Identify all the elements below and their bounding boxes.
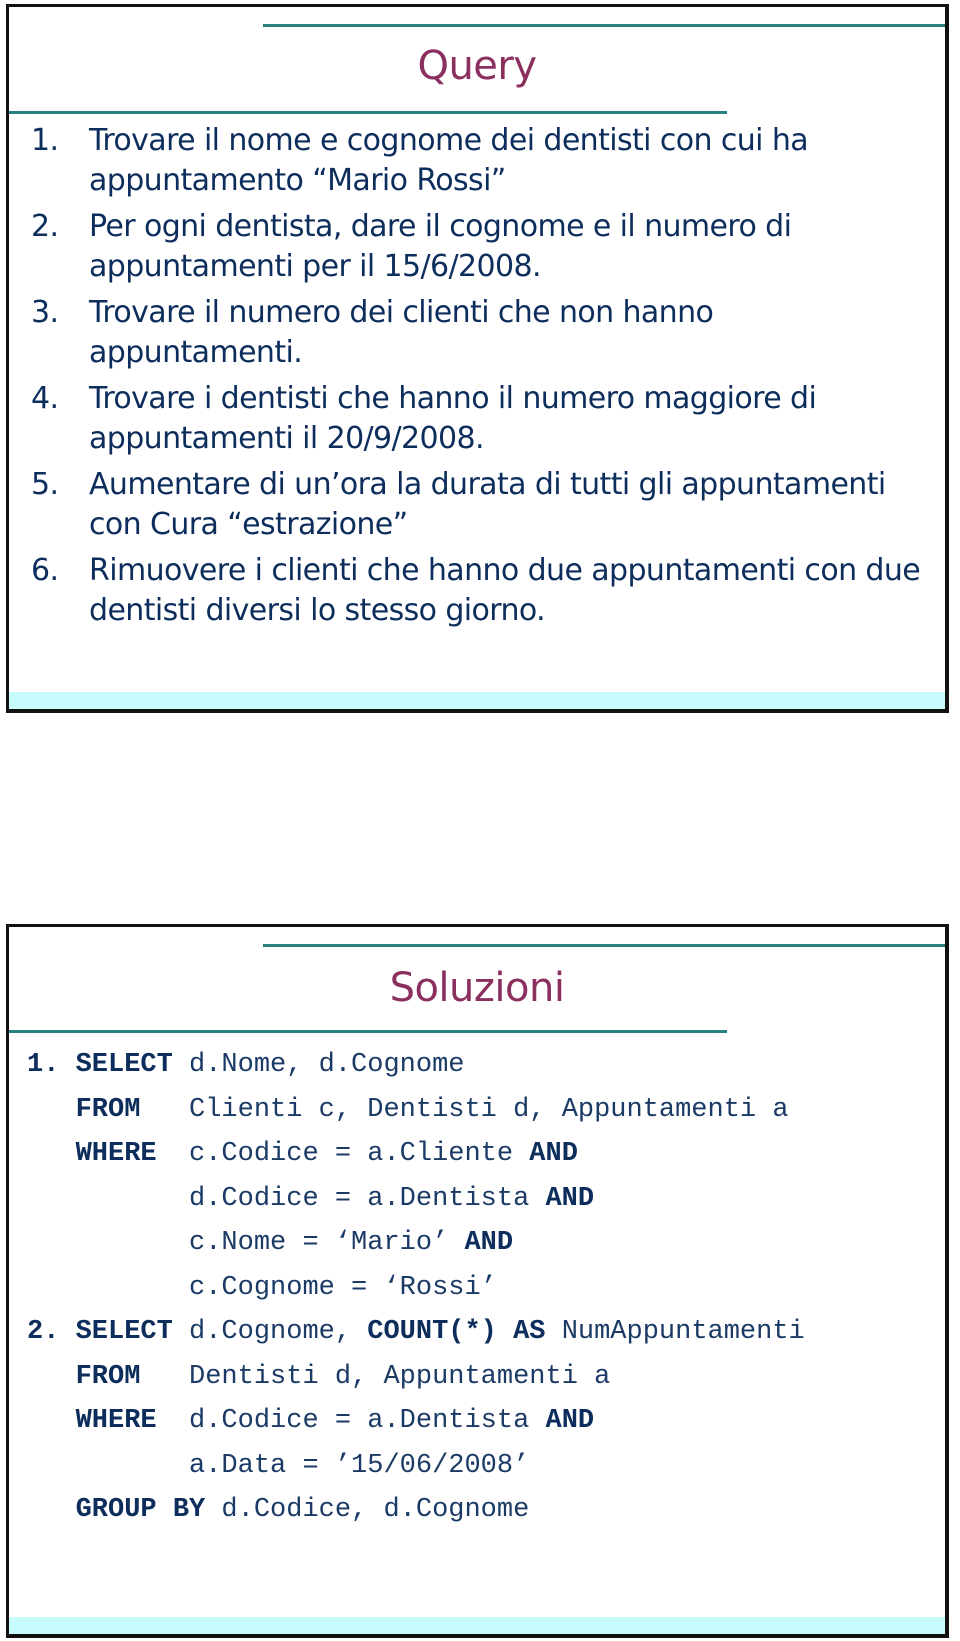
sql-keyword: AND xyxy=(464,1228,514,1258)
list-item: 6. Rimuovere i clienti che hanno due appu… xyxy=(31,551,935,631)
slide-title: Soluzioni xyxy=(389,965,565,1011)
sql-text: NumAppuntamenti xyxy=(545,1317,805,1347)
code-line: WHERE c.Codice = a.Cliente AND xyxy=(27,1132,945,1177)
sql-keyword: SELECT xyxy=(75,1050,173,1080)
list-item: 3. Trovare il numero dei clienti che non … xyxy=(31,293,935,373)
code-line: 2. SELECT d.Cognome, COUNT(*) AS NumAppu… xyxy=(27,1310,945,1355)
item-number: 1. xyxy=(31,123,59,158)
code-line: a.Data = ’15/06/2008’ xyxy=(27,1444,945,1489)
sql-keyword: 2. xyxy=(27,1317,76,1347)
item-number: 5. xyxy=(31,467,59,502)
code-line: c.Cognome = ‘Rossi’ xyxy=(27,1266,945,1311)
list-item: 5. Aumentare di un’ora la durata di tutti… xyxy=(31,465,935,545)
bottom-rule xyxy=(9,111,727,114)
item-number: 4. xyxy=(31,381,59,416)
sql-text: d.Nome, d.Cognome xyxy=(172,1050,465,1080)
sql-keyword: 1. xyxy=(27,1050,76,1080)
list-item: 2. Per ogni dentista, dare il cognome e i… xyxy=(31,207,935,287)
code-line: d.Codice = a.Dentista AND xyxy=(27,1177,945,1222)
slide-query: Query 1. Trovare il nome e cognome dei de… xyxy=(6,4,949,713)
item-number: 6. xyxy=(31,553,59,588)
sql-text: Dentisti d, Appuntamenti a xyxy=(140,1361,611,1392)
code-line: c.Nome = ‘Mario’ AND xyxy=(27,1221,945,1266)
sql-text: d.Codice = a.Dentista xyxy=(27,1183,546,1214)
item-text: Trovare il nome e cognome dei dentisti c… xyxy=(89,123,809,198)
query-list: 1. Trovare il nome e cognome dei dentisti… xyxy=(31,121,935,637)
item-number: 3. xyxy=(31,295,59,330)
slide-title: Query xyxy=(417,43,537,89)
footer-band xyxy=(9,692,945,709)
list-item: 1. Trovare il nome e cognome dei dentisti… xyxy=(31,121,935,201)
sql-text: d.Codice, d.Cognome xyxy=(205,1495,530,1525)
sql-text: c.Nome = ‘Mario’ xyxy=(27,1228,465,1258)
sql-keyword: AS xyxy=(513,1317,546,1347)
top-rule xyxy=(263,944,945,947)
item-number: 2. xyxy=(31,209,59,244)
item-text: Rimuovere i clienti che hanno due appunt… xyxy=(89,553,921,628)
sql-text: a.Data = ’15/06/2008’ xyxy=(27,1450,530,1481)
sql-keyword: SELECT xyxy=(75,1317,173,1347)
item-text: Per ogni dentista, dare il cognome e il … xyxy=(89,209,792,284)
sql-keyword: COUNT(*) xyxy=(367,1317,497,1347)
sql-keyword: GROUP BY xyxy=(75,1495,206,1525)
code-line: WHERE d.Codice = a.Dentista AND xyxy=(27,1399,945,1444)
top-rule xyxy=(263,24,945,27)
sql-text: Clienti c, Dentisti d, Appuntamenti a xyxy=(140,1094,789,1125)
sql-keyword: WHERE xyxy=(75,1139,157,1169)
sql-keyword: AND xyxy=(545,1183,595,1214)
code-line: GROUP BY d.Codice, d.Cognome xyxy=(27,1488,945,1533)
sql-text: d.Codice = a.Dentista xyxy=(156,1406,546,1436)
item-text: Aumentare di un’ora la durata di tutti g… xyxy=(89,467,886,542)
sql-keyword: FROM xyxy=(75,1094,141,1125)
sql-text: c.Codice = a.Cliente xyxy=(156,1139,530,1169)
item-text: Trovare i dentisti che hanno il numero m… xyxy=(89,381,817,456)
code-line: FROM Dentisti d, Appuntamenti a xyxy=(27,1355,945,1400)
sql-keyword: FROM xyxy=(75,1361,141,1392)
list-item: 4. Trovare i dentisti che hanno il numero… xyxy=(31,379,935,459)
sql-text: d.Cognome, xyxy=(172,1317,368,1347)
slide-solutions: Soluzioni 1. SELECT d.Nome, d.Cognome FR… xyxy=(6,924,949,1638)
sql-code-block: 1. SELECT d.Nome, d.Cognome FROM Clienti… xyxy=(27,1043,945,1533)
bottom-rule xyxy=(9,1030,727,1033)
sql-keyword: WHERE xyxy=(75,1406,157,1436)
sql-text: c.Cognome = ‘Rossi’ xyxy=(27,1272,497,1303)
sql-keyword: AND xyxy=(529,1139,578,1169)
code-line: FROM Clienti c, Dentisti d, Appuntamenti… xyxy=(27,1088,945,1133)
sql-keyword: AND xyxy=(545,1406,595,1436)
footer-band xyxy=(9,1617,945,1634)
item-text: Trovare il numero dei clienti che non ha… xyxy=(89,295,714,370)
code-line: 1. SELECT d.Nome, d.Cognome xyxy=(27,1043,945,1088)
